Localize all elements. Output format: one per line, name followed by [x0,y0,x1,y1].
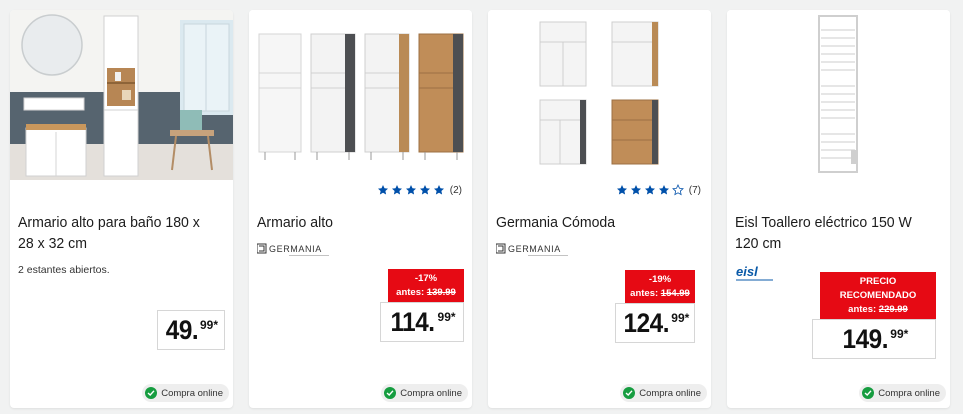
star-empty-icon [671,184,684,196]
star-full-icon [391,185,402,195]
rating-count: (7) [688,184,701,196]
rating-count: (2) [449,184,462,196]
discount-label: -19% [648,274,672,285]
price-integer: 124. [623,308,669,338]
price-tag: 49. 99* [157,310,225,350]
price-box: 149. 99* [812,319,936,359]
price-box: 124. 99* [615,303,695,343]
brand-name: GERMANIA [508,244,561,254]
online-label: Compra online [400,387,462,399]
old-price-label: antes: [848,304,877,315]
promo-label: PRECIO RECOMENDADO [839,276,917,301]
product-card[interactable]: (7) Germania Cómoda GERMANIA -19% antes:… [488,10,711,408]
product-image[interactable] [249,10,472,180]
brand-logo: GERMANIA [256,242,337,256]
product-rating[interactable]: (7) [616,182,701,198]
product-title[interactable]: Armario alto [257,212,456,233]
online-label: Compra online [639,387,701,399]
price-tag: PRECIO RECOMENDADO antes: 229.99 149. 99… [812,272,936,359]
discount-label: -17% [414,273,438,284]
price-box: 114. 99* [380,302,464,342]
star-full-icon [630,185,641,195]
price-decimal: 99* [200,318,219,332]
price-integer: 149. [842,324,888,354]
brand-logo: GERMANIA [495,242,576,256]
old-price-label: antes: [396,287,425,298]
star-full-icon [616,185,627,195]
check-icon [145,387,158,399]
old-price-label: antes: [630,288,659,299]
check-icon [623,387,636,399]
online-badge: Compra online [381,384,468,402]
star-full-icon [658,185,669,195]
product-title[interactable]: Eisl Toallero eléctrico 150 W 120 cm [735,212,934,254]
promo-banner: PRECIO RECOMENDADO antes: 229.99 [820,272,936,319]
online-label: Compra online [161,387,223,399]
old-price: 139.99 [426,287,456,298]
online-badge: Compra online [142,384,229,402]
old-price: 154.99 [660,288,690,299]
brand-logo: eisl [735,264,779,284]
star-full-icon [433,185,444,195]
check-icon [384,387,397,399]
check-icon [862,387,875,399]
online-label: Compra online [878,387,940,399]
price-integer: 114. [390,307,436,337]
old-price: 229.99 [878,304,908,315]
price-decimal: 99* [890,327,909,341]
online-badge: Compra online [859,384,946,402]
promo-banner: -17% antes: 139.99 [388,269,464,302]
price-decimal: 99* [437,310,456,324]
promo-banner: -19% antes: 154.99 [625,270,695,303]
star-full-icon [644,185,655,195]
price-box: 49. 99* [157,310,225,350]
product-image[interactable] [10,10,233,180]
product-image[interactable] [488,10,711,180]
product-card[interactable]: Eisl Toallero eléctrico 150 W 120 cm eis… [727,10,950,408]
product-card[interactable]: Armario alto para baño 180 x 28 x 32 cm … [10,10,233,408]
price-decimal: 99* [671,311,690,325]
star-full-icon [377,185,388,195]
product-rating[interactable]: (2) [377,182,462,198]
price-integer: 49. [165,315,199,345]
online-badge: Compra online [620,384,707,402]
product-title[interactable]: Germania Cómoda [496,212,695,233]
star-full-icon [405,185,416,195]
price-tag: -19% antes: 154.99 124. 99* [615,270,695,343]
product-card[interactable]: (2) Armario alto GERMANIA -17% antes: 13… [249,10,472,408]
product-image[interactable] [727,10,950,180]
star-full-icon [419,185,430,195]
brand-name: eisl [736,264,758,279]
product-description: 2 estantes abiertos. [18,264,110,276]
price-tag: -17% antes: 139.99 114. 99* [380,269,464,342]
product-title[interactable]: Armario alto para baño 180 x 28 x 32 cm [18,212,217,254]
brand-name: GERMANIA [269,244,322,254]
